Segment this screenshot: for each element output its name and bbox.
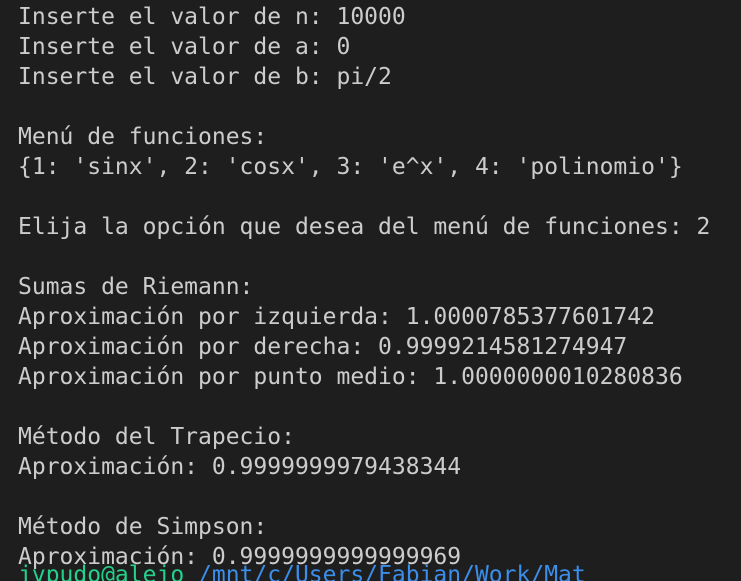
riemann-title-line: Sumas de Riemann: [18, 274, 254, 300]
menu-options-line: {1: 'sinx', 2: 'cosx', 3: 'e^x', 4: 'pol… [18, 154, 683, 180]
riemann-midpoint-line: Aproximación por punto medio: 1.00000000… [18, 364, 683, 390]
input-n-line: Inserte el valor de n: 10000 [18, 4, 406, 30]
trapezoid-value-line: Aproximación: 0.9999999979438344 [18, 454, 462, 480]
choice-line: Elija la opción que desea del menú de fu… [18, 214, 711, 240]
trapezoid-title-line: Método del Trapecio: [18, 424, 295, 450]
next-shell-prompt: jvpudo@alejo /mnt/c/Users/Fabian/Work/Ma… [18, 560, 741, 581]
riemann-right-line: Aproximación por derecha: 0.999921458127… [18, 334, 628, 360]
simpson-title-line: Método de Simpson: [18, 514, 268, 540]
prompt-path: /mnt/c/Users/Fabian/Work/Mat [184, 562, 586, 581]
menu-title-line: Menú de funciones: [18, 124, 268, 150]
terminal-window[interactable]: Inserte el valor de n: 10000 Inserte el … [0, 0, 741, 581]
prompt-user: jvpudo@alejo [18, 562, 185, 581]
input-a-line: Inserte el valor de a: 0 [18, 34, 351, 60]
input-b-line: Inserte el valor de b: pi/2 [18, 64, 392, 90]
riemann-left-line: Aproximación por izquierda: 1.0000785377… [18, 304, 655, 330]
